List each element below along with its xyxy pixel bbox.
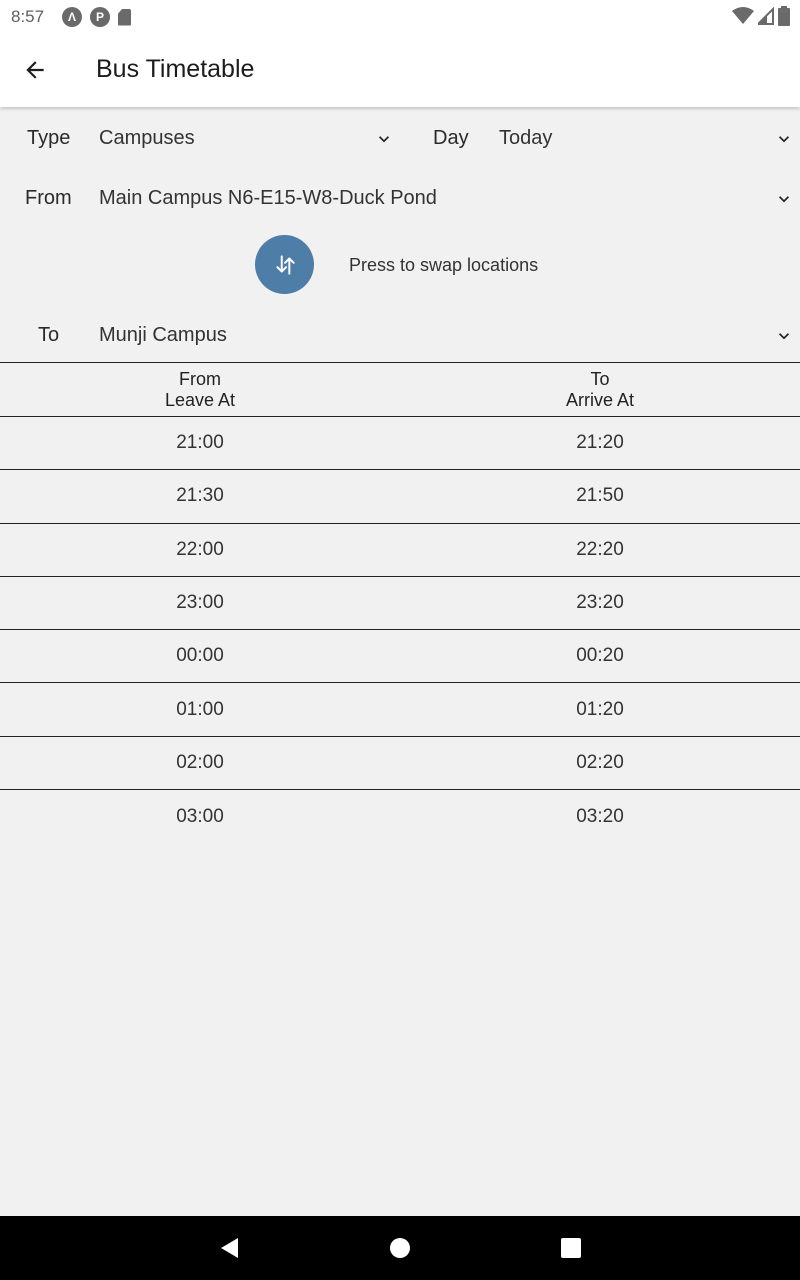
day-label: Day <box>433 127 469 149</box>
nav-back-icon[interactable] <box>218 1236 242 1260</box>
table-row: 01:00 01:20 <box>0 683 800 737</box>
header-from: From Leave At <box>0 363 400 416</box>
leave-time: 22:00 <box>176 538 224 560</box>
type-dropdown-value: Campuses <box>99 127 195 149</box>
chevron-down-icon <box>379 136 389 143</box>
arrive-time: 00:20 <box>576 645 624 667</box>
battery-icon <box>778 6 790 26</box>
from-dropdown-value: Main Campus N6-E15-W8-Duck Pond <box>99 187 437 209</box>
system-icons <box>732 6 790 26</box>
nav-recents-icon[interactable] <box>559 1236 583 1260</box>
leave-time: 01:00 <box>176 698 224 720</box>
header-to: To Arrive At <box>400 363 800 416</box>
timetable: From Leave At To Arrive At 21:00 21:20 2… <box>0 362 800 843</box>
leave-time: 03:00 <box>176 805 224 827</box>
app-notification-icon-2: P <box>90 7 110 27</box>
chevron-down-icon <box>779 196 789 203</box>
chevron-down-icon <box>779 333 789 340</box>
leave-time: 21:30 <box>176 485 224 507</box>
table-row: 21:30 21:50 <box>0 470 800 524</box>
arrive-time: 21:50 <box>576 485 624 507</box>
header-from-line1: From <box>179 369 221 389</box>
timetable-header: From Leave At To Arrive At <box>0 362 800 417</box>
arrive-time: 22:20 <box>576 538 624 560</box>
swap-locations-button[interactable] <box>255 235 314 294</box>
wifi-icon <box>732 7 754 24</box>
header-to-line1: To <box>590 369 610 389</box>
arrive-time: 21:20 <box>576 432 624 454</box>
back-button[interactable] <box>16 51 54 89</box>
table-row: 23:00 23:20 <box>0 577 800 631</box>
page-title: Bus Timetable <box>96 55 255 83</box>
arrive-time: 03:20 <box>576 805 624 827</box>
table-row: 00:00 00:20 <box>0 630 800 684</box>
leave-time: 21:00 <box>176 432 224 454</box>
app-notification-icon: Λ <box>62 7 82 27</box>
day-dropdown-value: Today <box>499 127 553 149</box>
table-row: 21:00 21:20 <box>0 417 800 471</box>
from-dropdown[interactable]: Main Campus N6-E15-W8-Duck Pond <box>99 174 794 224</box>
day-dropdown[interactable]: Today <box>499 114 794 164</box>
arrive-time: 01:20 <box>576 698 624 720</box>
system-navigation-bar <box>0 1216 800 1280</box>
swap-vertical-icon <box>275 254 295 275</box>
table-row: 02:00 02:20 <box>0 737 800 791</box>
app-bar: Bus Timetable <box>0 34 800 107</box>
arrive-time: 02:20 <box>576 751 624 773</box>
type-dropdown[interactable]: Campuses <box>99 114 394 164</box>
signal-icon <box>758 7 774 25</box>
table-row: 03:00 03:20 <box>0 790 800 843</box>
status-bar: 8:57 Λ P <box>0 0 800 34</box>
type-label: Type <box>27 127 71 149</box>
to-dropdown[interactable]: Munji Campus <box>99 311 794 361</box>
swap-hint-text: Press to swap locations <box>349 255 539 275</box>
nav-home-icon[interactable] <box>388 1236 412 1260</box>
back-arrow-icon <box>26 61 44 79</box>
header-from-line2: Leave At <box>164 390 236 410</box>
sd-card-icon <box>118 8 131 26</box>
leave-time: 00:00 <box>176 645 224 667</box>
notification-icons: Λ P <box>62 7 131 27</box>
chevron-down-icon <box>779 136 789 143</box>
arrive-time: 23:20 <box>576 592 624 614</box>
to-dropdown-value: Munji Campus <box>99 324 227 346</box>
table-row: 22:00 22:20 <box>0 524 800 577</box>
header-to-line2: Arrive At <box>565 390 635 410</box>
leave-time: 02:00 <box>176 751 224 773</box>
leave-time: 23:00 <box>176 592 224 614</box>
status-time: 8:57 <box>11 7 45 26</box>
to-label: To <box>38 324 60 346</box>
from-label: From <box>25 187 72 209</box>
